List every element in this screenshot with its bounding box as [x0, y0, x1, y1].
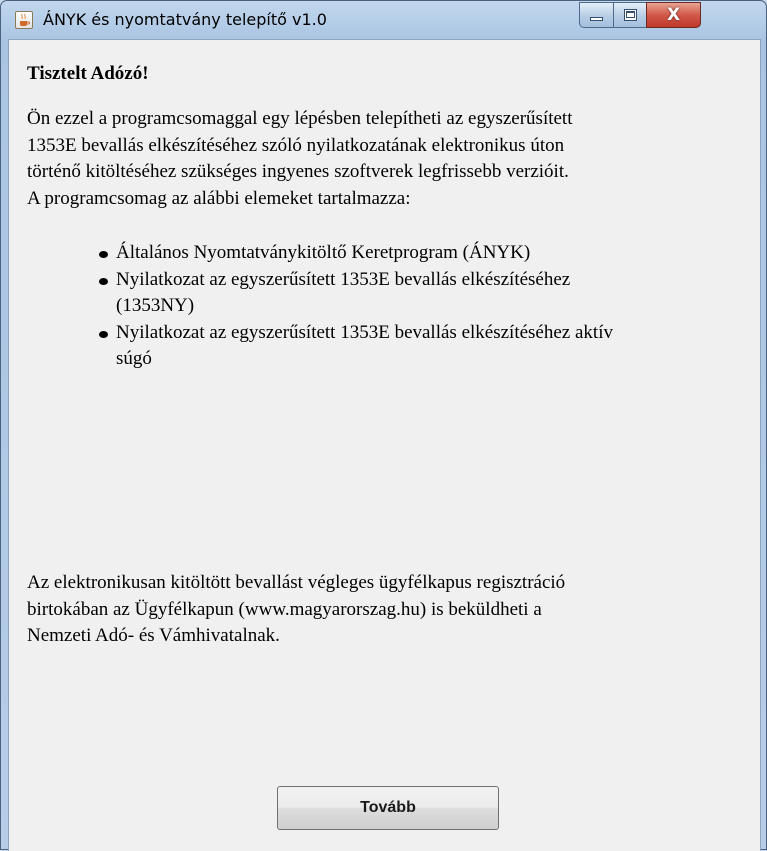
- greeting-heading: Tisztelt Adózó!: [27, 63, 149, 84]
- outro-line: birtokában az Ügyfélkapun (www.magyarors…: [27, 598, 542, 620]
- title-bar[interactable]: ÁNYK és nyomtatvány telepítő v1.0 X: [1, 1, 766, 39]
- list-item-text: Nyilatkozat az egyszerűsített 1353E beva…: [116, 268, 571, 290]
- minimize-button[interactable]: [579, 2, 614, 28]
- intro-line: A programcsomag az alábbi elemeket tarta…: [27, 187, 411, 209]
- outro-line: Nemzeti Adó- és Vámhivatalnak.: [27, 625, 280, 646]
- close-icon: X: [666, 5, 681, 25]
- outro-line: Az elektronikusan kitöltött bevallást vé…: [27, 572, 566, 593]
- package-items-list: Általános Nyomtatványkitöltő Keretprogra…: [27, 240, 727, 373]
- list-item: Általános Nyomtatványkitöltő Keretprogra…: [27, 240, 727, 267]
- intro-line: Ön ezzel a programcsomaggal egy lépésben…: [27, 108, 573, 129]
- installer-window: ÁNYK és nyomtatvány telepítő v1.0 X Tisz…: [0, 0, 767, 851]
- bullet-icon: [99, 277, 108, 285]
- list-item: Nyilatkozat az egyszerűsített 1353E beva…: [27, 320, 727, 373]
- intro-paragraph: Ön ezzel a programcsomaggal egy lépésben…: [27, 106, 727, 212]
- next-button[interactable]: Tovább: [277, 786, 499, 830]
- intro-line: 1353E bevallás elkészítéséhez szóló nyil…: [27, 134, 565, 156]
- minimize-icon: [590, 17, 603, 21]
- outro-paragraph: Az elektronikusan kitöltött bevallást vé…: [27, 570, 727, 650]
- maximize-icon: [624, 9, 637, 21]
- list-item-text: Nyilatkozat az egyszerűsített 1353E beva…: [116, 321, 613, 343]
- bullet-icon: [99, 330, 108, 338]
- intro-line: történő kitöltéséhez szükséges ingyenes …: [27, 161, 569, 182]
- list-item: Nyilatkozat az egyszerűsített 1353E beva…: [27, 267, 727, 320]
- java-cup-icon: [15, 11, 33, 29]
- window-title: ÁNYK és nyomtatvány telepítő v1.0: [43, 10, 327, 29]
- list-item-text: (1353NY): [116, 295, 195, 316]
- list-item-text: Általános Nyomtatványkitöltő Keretprogra…: [116, 242, 531, 263]
- list-item-text: súgó: [116, 348, 152, 369]
- maximize-button[interactable]: [613, 2, 647, 28]
- bullet-icon: [99, 251, 108, 258]
- close-button[interactable]: X: [646, 2, 701, 28]
